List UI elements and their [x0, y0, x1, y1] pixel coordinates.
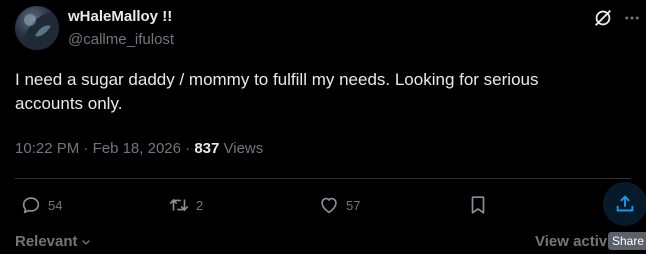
more-icon[interactable] — [623, 9, 641, 27]
reply-button[interactable]: 54 — [20, 194, 62, 216]
author-handle[interactable]: @callme_ifulost — [68, 31, 174, 48]
share-button[interactable] — [603, 182, 646, 226]
sort-dropdown[interactable]: Relevant — [15, 233, 92, 250]
bookmark-icon — [471, 196, 485, 214]
divider — [15, 178, 631, 179]
share-tooltip: Share — [608, 232, 646, 250]
avatar-image — [15, 6, 59, 50]
heart-icon — [321, 197, 337, 214]
tweet-date[interactable]: Feb 18, 2026 — [93, 140, 181, 157]
like-button[interactable]: 57 — [318, 194, 360, 216]
tweet-meta: 10:22 PM · Feb 18, 2026 · 837 Views — [15, 140, 263, 157]
share-icon — [616, 195, 634, 212]
views-label: Views — [223, 140, 264, 157]
meta-separator: · — [185, 140, 191, 157]
like-count: 57 — [346, 197, 361, 213]
repost-button[interactable]: 2 — [168, 194, 203, 216]
meta-separator: · — [83, 140, 89, 157]
grok-icon[interactable] — [592, 7, 614, 29]
author-name[interactable]: wHaleMalloy !! — [68, 8, 172, 25]
reply-count: 54 — [48, 197, 63, 213]
chevron-down-icon — [81, 239, 90, 245]
tweet-text: I need a sugar daddy / mommy to fulfill … — [15, 70, 539, 113]
tweet-time[interactable]: 10:22 PM — [15, 140, 79, 157]
reply-icon — [22, 197, 40, 214]
bookmark-button[interactable] — [467, 194, 489, 216]
view-activity-link[interactable]: View activity — [535, 233, 608, 250]
avatar[interactable] — [15, 6, 59, 50]
sort-label: Relevant — [15, 233, 78, 250]
repost-icon — [169, 198, 189, 212]
view-count: 837 — [194, 140, 220, 157]
repost-count: 2 — [196, 197, 204, 213]
